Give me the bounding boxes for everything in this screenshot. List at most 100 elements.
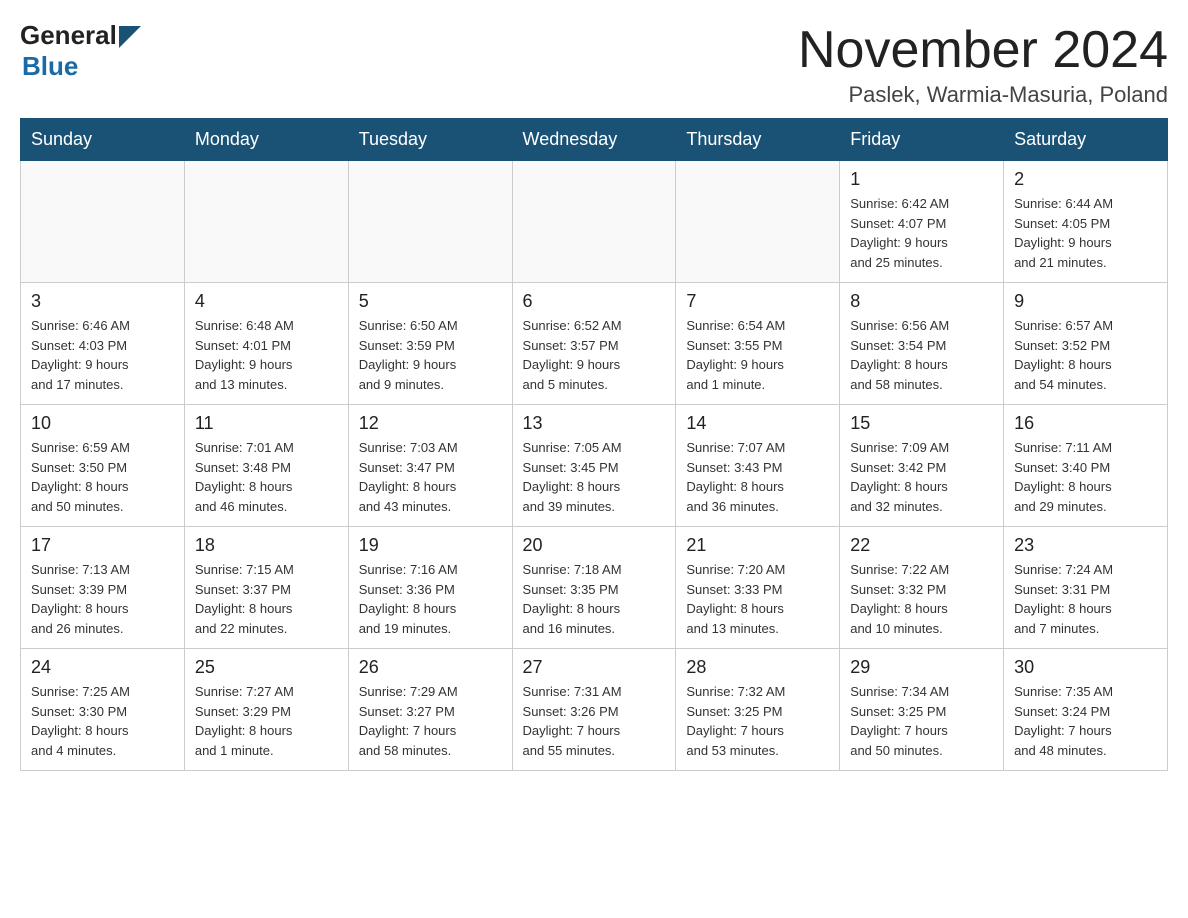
logo: General Blue (20, 20, 141, 82)
day-info: Sunrise: 6:56 AM Sunset: 3:54 PM Dayligh… (850, 316, 993, 394)
day-number: 30 (1014, 657, 1157, 678)
day-number: 7 (686, 291, 829, 312)
calendar-week-row: 1 Sunrise: 6:42 AM Sunset: 4:07 PM Daylig… (21, 161, 1168, 283)
calendar-cell: 30Sunrise: 7:35 AM Sunset: 3:24 PM Dayli… (1004, 649, 1168, 771)
calendar-cell: 3 Sunrise: 6:46 AM Sunset: 4:03 PM Daylig… (21, 283, 185, 405)
day-number: 27 (523, 657, 666, 678)
day-number: 1 (850, 169, 993, 190)
calendar-cell: 26Sunrise: 7:29 AM Sunset: 3:27 PM Dayli… (348, 649, 512, 771)
calendar-cell: 29Sunrise: 7:34 AM Sunset: 3:25 PM Dayli… (840, 649, 1004, 771)
logo-general-text: General (20, 20, 117, 51)
calendar-cell: 2Sunrise: 6:44 AM Sunset: 4:05 PM Daylig… (1004, 161, 1168, 283)
day-info: Sunrise: 7:01 AM Sunset: 3:48 PM Dayligh… (195, 438, 338, 516)
day-number: 23 (1014, 535, 1157, 556)
calendar-cell: 21 Sunrise: 7:20 AM Sunset: 3:33 PM Dayli… (676, 527, 840, 649)
day-number: 25 (195, 657, 338, 678)
calendar-cell: 17Sunrise: 7:13 AM Sunset: 3:39 PM Dayli… (21, 527, 185, 649)
day-number: 18 (195, 535, 338, 556)
day-info: Sunrise: 7:15 AM Sunset: 3:37 PM Dayligh… (195, 560, 338, 638)
day-number: 5 (359, 291, 502, 312)
day-info: Sunrise: 7:20 AM Sunset: 3:33 PM Dayligh… (686, 560, 829, 638)
day-info: Sunrise: 7:27 AM Sunset: 3:29 PM Dayligh… (195, 682, 338, 760)
calendar-cell: 14 Sunrise: 7:07 AM Sunset: 3:43 PM Dayli… (676, 405, 840, 527)
calendar-cell: 9Sunrise: 6:57 AM Sunset: 3:52 PM Daylig… (1004, 283, 1168, 405)
day-number: 24 (31, 657, 174, 678)
calendar-cell (512, 161, 676, 283)
calendar-cell: 28 Sunrise: 7:32 AM Sunset: 3:25 PM Dayli… (676, 649, 840, 771)
calendar-cell: 12 Sunrise: 7:03 AM Sunset: 3:47 PM Dayli… (348, 405, 512, 527)
day-number: 6 (523, 291, 666, 312)
calendar-cell: 15 Sunrise: 7:09 AM Sunset: 3:42 PM Dayli… (840, 405, 1004, 527)
day-info: Sunrise: 7:09 AM Sunset: 3:42 PM Dayligh… (850, 438, 993, 516)
day-number: 15 (850, 413, 993, 434)
calendar-cell: 5 Sunrise: 6:50 AM Sunset: 3:59 PM Daylig… (348, 283, 512, 405)
day-info: Sunrise: 6:59 AM Sunset: 3:50 PM Dayligh… (31, 438, 174, 516)
calendar-cell: 25 Sunrise: 7:27 AM Sunset: 3:29 PM Dayli… (184, 649, 348, 771)
calendar-cell (676, 161, 840, 283)
day-info: Sunrise: 7:11 AM Sunset: 3:40 PM Dayligh… (1014, 438, 1157, 516)
day-info: Sunrise: 6:44 AM Sunset: 4:05 PM Dayligh… (1014, 194, 1157, 272)
calendar-table: SundayMondayTuesdayWednesdayThursdayFrid… (20, 118, 1168, 771)
day-info: Sunrise: 6:48 AM Sunset: 4:01 PM Dayligh… (195, 316, 338, 394)
calendar-cell: 10Sunrise: 6:59 AM Sunset: 3:50 PM Dayli… (21, 405, 185, 527)
day-info: Sunrise: 7:05 AM Sunset: 3:45 PM Dayligh… (523, 438, 666, 516)
calendar-cell: 27 Sunrise: 7:31 AM Sunset: 3:26 PM Dayli… (512, 649, 676, 771)
weekday-header-saturday: Saturday (1004, 119, 1168, 161)
day-info: Sunrise: 7:25 AM Sunset: 3:30 PM Dayligh… (31, 682, 174, 760)
day-info: Sunrise: 6:50 AM Sunset: 3:59 PM Dayligh… (359, 316, 502, 394)
weekday-header-friday: Friday (840, 119, 1004, 161)
calendar-cell: 8 Sunrise: 6:56 AM Sunset: 3:54 PM Daylig… (840, 283, 1004, 405)
calendar-week-row: 24 Sunrise: 7:25 AM Sunset: 3:30 PM Dayli… (21, 649, 1168, 771)
day-info: Sunrise: 6:46 AM Sunset: 4:03 PM Dayligh… (31, 316, 174, 394)
day-number: 11 (195, 413, 338, 434)
calendar-cell: 6 Sunrise: 6:52 AM Sunset: 3:57 PM Daylig… (512, 283, 676, 405)
title-section: November 2024 Paslek, Warmia-Masuria, Po… (798, 20, 1168, 108)
weekday-header-monday: Monday (184, 119, 348, 161)
calendar-header-row: SundayMondayTuesdayWednesdayThursdayFrid… (21, 119, 1168, 161)
day-info: Sunrise: 7:07 AM Sunset: 3:43 PM Dayligh… (686, 438, 829, 516)
calendar-cell: 1 Sunrise: 6:42 AM Sunset: 4:07 PM Daylig… (840, 161, 1004, 283)
day-info: Sunrise: 7:03 AM Sunset: 3:47 PM Dayligh… (359, 438, 502, 516)
day-number: 8 (850, 291, 993, 312)
weekday-header-wednesday: Wednesday (512, 119, 676, 161)
day-info: Sunrise: 7:32 AM Sunset: 3:25 PM Dayligh… (686, 682, 829, 760)
day-number: 28 (686, 657, 829, 678)
calendar-week-row: 10Sunrise: 6:59 AM Sunset: 3:50 PM Dayli… (21, 405, 1168, 527)
day-number: 26 (359, 657, 502, 678)
calendar-cell: 22Sunrise: 7:22 AM Sunset: 3:32 PM Dayli… (840, 527, 1004, 649)
calendar-cell: 16 Sunrise: 7:11 AM Sunset: 3:40 PM Dayli… (1004, 405, 1168, 527)
logo-arrow-icon (119, 26, 141, 48)
calendar-cell: 11 Sunrise: 7:01 AM Sunset: 3:48 PM Dayli… (184, 405, 348, 527)
day-info: Sunrise: 6:57 AM Sunset: 3:52 PM Dayligh… (1014, 316, 1157, 394)
weekday-header-thursday: Thursday (676, 119, 840, 161)
calendar-cell: 19Sunrise: 7:16 AM Sunset: 3:36 PM Dayli… (348, 527, 512, 649)
logo-blue-text: Blue (22, 51, 78, 82)
day-info: Sunrise: 6:42 AM Sunset: 4:07 PM Dayligh… (850, 194, 993, 272)
day-info: Sunrise: 6:54 AM Sunset: 3:55 PM Dayligh… (686, 316, 829, 394)
day-number: 12 (359, 413, 502, 434)
page-header: General Blue November 2024 Paslek, Warmi… (20, 20, 1168, 108)
day-number: 17 (31, 535, 174, 556)
calendar-cell: 24 Sunrise: 7:25 AM Sunset: 3:30 PM Dayli… (21, 649, 185, 771)
day-number: 3 (31, 291, 174, 312)
calendar-cell: 4 Sunrise: 6:48 AM Sunset: 4:01 PM Daylig… (184, 283, 348, 405)
calendar-cell: 20Sunrise: 7:18 AM Sunset: 3:35 PM Dayli… (512, 527, 676, 649)
day-number: 22 (850, 535, 993, 556)
calendar-week-row: 17Sunrise: 7:13 AM Sunset: 3:39 PM Dayli… (21, 527, 1168, 649)
day-info: Sunrise: 7:34 AM Sunset: 3:25 PM Dayligh… (850, 682, 993, 760)
weekday-header-sunday: Sunday (21, 119, 185, 161)
day-number: 13 (523, 413, 666, 434)
day-info: Sunrise: 7:24 AM Sunset: 3:31 PM Dayligh… (1014, 560, 1157, 638)
day-number: 19 (359, 535, 502, 556)
day-number: 16 (1014, 413, 1157, 434)
day-info: Sunrise: 7:31 AM Sunset: 3:26 PM Dayligh… (523, 682, 666, 760)
calendar-cell: 23 Sunrise: 7:24 AM Sunset: 3:31 PM Dayli… (1004, 527, 1168, 649)
calendar-cell (184, 161, 348, 283)
day-info: Sunrise: 6:52 AM Sunset: 3:57 PM Dayligh… (523, 316, 666, 394)
day-number: 21 (686, 535, 829, 556)
day-number: 4 (195, 291, 338, 312)
day-number: 14 (686, 413, 829, 434)
month-title: November 2024 (798, 20, 1168, 80)
day-info: Sunrise: 7:18 AM Sunset: 3:35 PM Dayligh… (523, 560, 666, 638)
calendar-cell: 18 Sunrise: 7:15 AM Sunset: 3:37 PM Dayli… (184, 527, 348, 649)
